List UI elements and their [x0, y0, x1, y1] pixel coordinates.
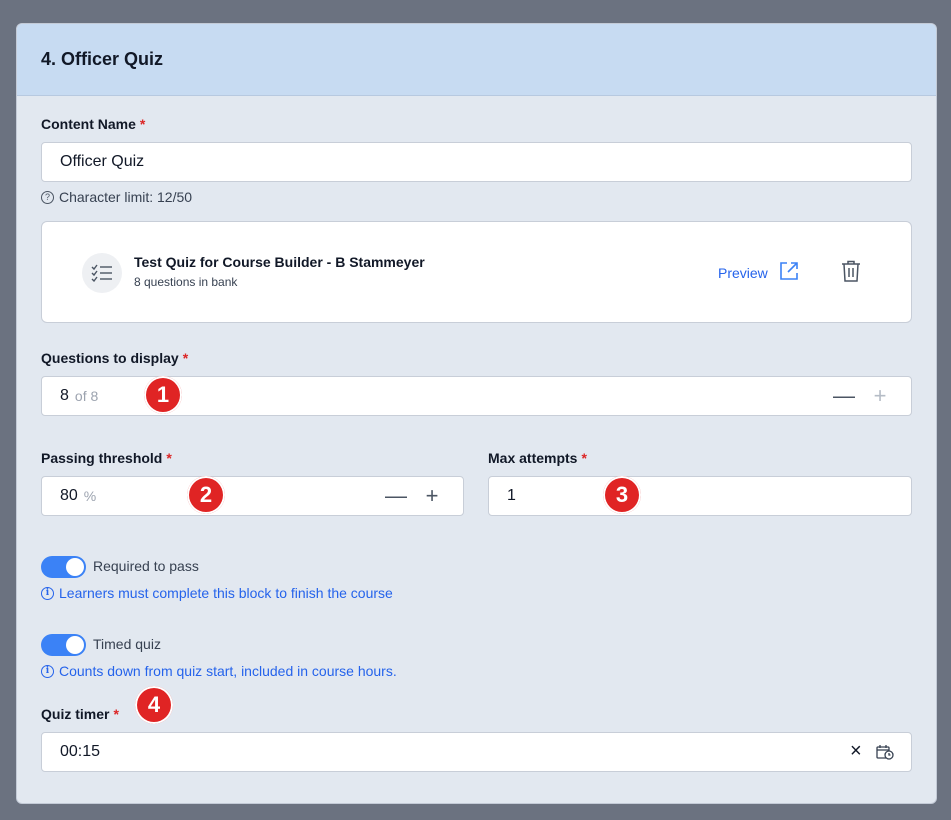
quiz-timer-label-text: Quiz timer: [41, 706, 110, 722]
content-name-input[interactable]: Officer Quiz: [41, 142, 912, 182]
max-attempts-value: 1: [507, 487, 516, 504]
passing-threshold-label-text: Passing threshold: [41, 450, 163, 466]
card-title: 4. Officer Quiz: [41, 49, 164, 69]
timed-quiz-info-text: Counts down from quiz start, included in…: [59, 663, 397, 679]
required-mark: *: [139, 116, 146, 132]
required-mark: *: [182, 350, 189, 366]
questions-in-bank: 8 questions in bank: [134, 275, 238, 289]
info-icon: i: [41, 664, 54, 678]
toggle-knob: [66, 558, 84, 576]
help-circle-icon: ?: [41, 190, 54, 204]
annotation-badge-1: 1: [144, 376, 182, 414]
threshold-decrement-button[interactable]: —: [385, 485, 407, 507]
content-name-label: Content Name *: [41, 116, 145, 132]
required-to-pass-info-text: Learners must complete this block to fin…: [59, 585, 393, 601]
passing-threshold-label: Passing threshold *: [41, 450, 172, 466]
quiz-timer-input[interactable]: 00:15 ×: [41, 732, 912, 772]
content-name-label-text: Content Name: [41, 116, 136, 132]
checklist-icon: [82, 253, 122, 293]
required-to-pass-toggle[interactable]: [41, 556, 86, 578]
info-icon: i: [41, 586, 54, 600]
annotation-badge-4: 4: [135, 686, 173, 724]
questions-to-display-value: 8: [60, 387, 69, 404]
timed-quiz-label: Timed quiz: [93, 636, 161, 652]
required-to-pass-info: i Learners must complete this block to f…: [41, 585, 393, 601]
required-mark: *: [166, 450, 172, 466]
required-to-pass-label: Required to pass: [93, 558, 199, 574]
annotation-badge-2: 2: [187, 476, 225, 514]
max-attempts-input[interactable]: 1: [488, 476, 912, 516]
questions-to-display-label: Questions to display *: [41, 350, 188, 366]
annotation-badge-3: 3: [603, 476, 641, 514]
quiz-timer-label: Quiz timer *: [41, 706, 119, 722]
toggle-knob: [66, 636, 84, 654]
questions-total-suffix: of 8: [74, 388, 99, 404]
timed-quiz-toggle[interactable]: [41, 634, 86, 656]
timed-quiz-info: i Counts down from quiz start, included …: [41, 663, 397, 679]
character-limit-text: Character limit: 12/50: [59, 189, 193, 205]
trash-icon[interactable]: [841, 260, 861, 287]
threshold-increment-button[interactable]: +: [422, 485, 442, 507]
required-mark: *: [581, 450, 587, 466]
percent-suffix: %: [83, 488, 97, 504]
required-mark: *: [113, 706, 119, 722]
questions-to-display-label-text: Questions to display: [41, 350, 179, 366]
calendar-clock-icon[interactable]: [876, 744, 894, 765]
passing-threshold-value: 80: [60, 487, 78, 504]
linked-quiz-card: Test Quiz for Course Builder - B Stammey…: [41, 221, 912, 323]
quiz-name: Test Quiz for Course Builder - B Stammey…: [134, 254, 425, 270]
external-link-icon: [778, 260, 800, 285]
preview-link[interactable]: Preview: [718, 260, 800, 285]
card-header: 4. Officer Quiz: [17, 24, 936, 96]
questions-increment-button[interactable]: +: [870, 385, 890, 407]
max-attempts-label-text: Max attempts: [488, 450, 578, 466]
questions-decrement-button[interactable]: —: [833, 385, 855, 407]
character-limit-hint: ? Character limit: 12/50: [41, 189, 192, 205]
content-name-value: Officer Quiz: [60, 153, 145, 170]
passing-threshold-input[interactable]: 80 % — +: [41, 476, 464, 516]
clear-icon[interactable]: ×: [850, 741, 862, 761]
preview-label: Preview: [718, 264, 768, 281]
max-attempts-label: Max attempts *: [488, 450, 587, 466]
quiz-timer-value: 00:15: [60, 743, 101, 760]
